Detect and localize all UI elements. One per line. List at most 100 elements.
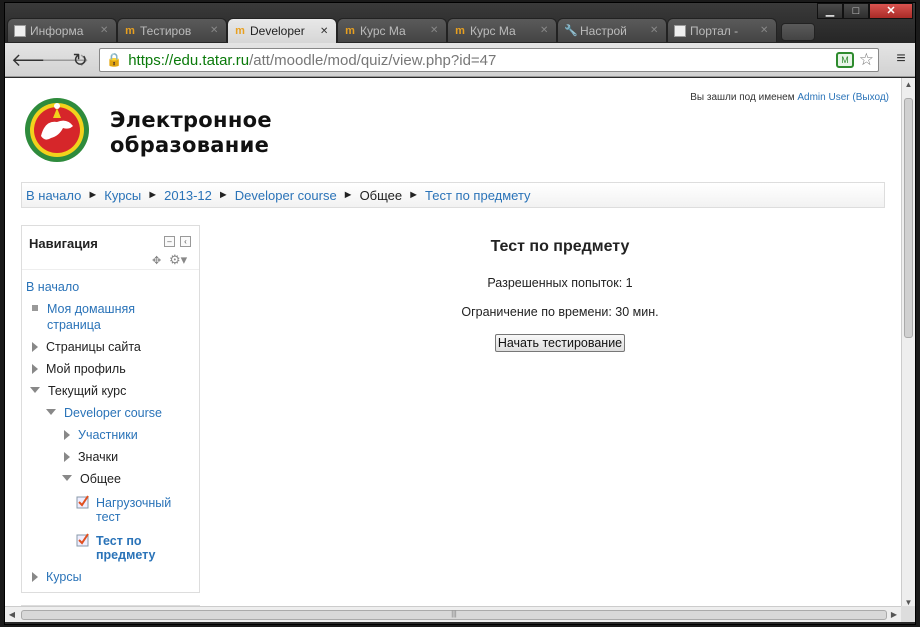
login-prefix: Вы зашли под именем [690, 92, 795, 103]
nav-site-pages[interactable]: Страницы сайта [32, 340, 141, 354]
forward-arrow-icon[interactable]: 🡒 [41, 50, 89, 70]
tab-label: Курс Ма [360, 23, 406, 38]
breadcrumb-section: Общее [359, 187, 403, 203]
tab-4[interactable]: m Курс Ма ✕ [337, 18, 447, 42]
navigation-title: Навигация [29, 236, 98, 251]
maximize-button[interactable]: □ [843, 3, 869, 19]
collapse-arrow-icon [46, 409, 56, 415]
breadcrumb-category[interactable]: 2013-12 [164, 188, 212, 203]
tab-3-active[interactable]: m Developer ✕ [227, 18, 337, 43]
nav-current-course[interactable]: Текущий курс [30, 384, 126, 398]
tab-6[interactable]: 🔧 Настрой ✕ [557, 18, 667, 42]
close-window-button[interactable]: ✕ [869, 3, 913, 19]
tab-close-icon[interactable]: ✕ [210, 25, 220, 36]
tab-2[interactable]: m Тестиров ✕ [117, 18, 227, 42]
tab-close-icon[interactable]: ✕ [430, 25, 440, 36]
nav-quiz-subject-test-line2[interactable]: предмету [96, 548, 156, 562]
quiz-icon [76, 533, 89, 547]
vertical-scrollbar[interactable]: ▲ ▼ [901, 78, 915, 610]
tab-label: Информа [30, 23, 84, 38]
move-icon[interactable]: ✥ [152, 254, 161, 267]
bookmark-star-icon[interactable]: ☆ [859, 50, 874, 70]
nav-quiz-subject-test-line1: Тест по [96, 534, 142, 548]
tab-close-icon[interactable]: ✕ [320, 26, 330, 37]
tab-label: Курс Ма [470, 23, 516, 38]
moodle-icon: m [125, 24, 135, 37]
nav-home[interactable]: В начало [26, 280, 79, 294]
nav-my-home-line2[interactable]: страница [47, 318, 101, 332]
tab-close-icon[interactable]: ✕ [540, 25, 550, 36]
reload-icon[interactable]: ↻ [69, 50, 91, 70]
nav-participants[interactable]: Участники [64, 428, 138, 442]
time-limit: Ограничение по времени: 30 мин. [461, 305, 659, 319]
breadcrumb-quiz[interactable]: Тест по предмету [425, 188, 531, 203]
nav-my-home[interactable]: Моя домашняя [32, 302, 135, 316]
gear-icon[interactable]: ⚙▾ [169, 252, 187, 268]
nav-quiz-load-test-line2[interactable]: тест [96, 510, 121, 524]
start-attempt-button[interactable]: Начать тестирование [494, 334, 626, 352]
nav-my-profile-label: Мой профиль [46, 362, 126, 376]
tab-strip: Информа ✕ m Тестиров ✕ m Developer ✕ m К… [7, 18, 815, 43]
nav-badges-label: Значки [78, 450, 119, 464]
tab-close-icon[interactable]: ✕ [100, 25, 110, 36]
breadcrumb-separator: ► [217, 189, 229, 201]
browser-toolbar: 🡐 🡒 ↻ 🔒 https://edu.tatar.ru/att/moodle/… [5, 43, 915, 77]
user-link[interactable]: Admin User [797, 92, 849, 103]
scroll-up-icon[interactable]: ▲ [902, 78, 915, 92]
tab-5[interactable]: m Курс Ма ✕ [447, 18, 557, 42]
new-tab-button[interactable] [781, 23, 815, 41]
browser-window: ▁ □ ✕ Информа ✕ m Тестиров ✕ m Developer… [4, 2, 916, 625]
page-viewport: Электронное образование Вы зашли под име… [5, 78, 915, 610]
navigation-block: Навигация – ‹ ✥ ⚙▾ В начало Моя домашняя… [21, 225, 200, 593]
tab-label: Портал - [690, 23, 739, 38]
nav-general[interactable]: Общее [62, 472, 121, 486]
scrollbar-corner [901, 606, 915, 622]
nav-courses-label: Курсы [46, 570, 82, 584]
minimize-button[interactable]: ▁ [817, 3, 843, 19]
horizontal-scrollbar[interactable]: ◀ ||| ▶ [5, 606, 901, 622]
navigation-block-header: Навигация – ‹ ✥ ⚙▾ [22, 226, 199, 270]
moodle-icon: m [345, 24, 355, 37]
moodle-icon: m [235, 25, 245, 37]
menu-icon[interactable]: ≡ [893, 51, 909, 67]
scroll-left-icon[interactable]: ◀ [5, 607, 19, 622]
nav-course-label: Developer course [64, 406, 162, 420]
nav-quiz-subject-test[interactable]: Тест по [76, 532, 142, 548]
back-arrow-icon[interactable]: 🡐 [11, 50, 59, 70]
nav-badges[interactable]: Значки [64, 450, 118, 464]
tab-close-icon[interactable]: ✕ [650, 25, 660, 36]
dock-block-icon[interactable]: ‹ [180, 236, 191, 247]
url-host: edu.tatar.ru [173, 51, 250, 69]
tab-7[interactable]: Портал - ✕ [667, 18, 777, 42]
page-icon [14, 24, 26, 37]
extension-icon[interactable]: M [836, 52, 854, 68]
horizontal-scroll-thumb[interactable]: ||| [21, 610, 887, 620]
login-info: Вы зашли под именем Admin User (Выход) [690, 92, 889, 103]
breadcrumb-separator: ► [147, 189, 159, 201]
nav-course[interactable]: Developer course [46, 406, 162, 420]
breadcrumb-home[interactable]: В начало [26, 188, 81, 203]
nav-quiz-load-test[interactable]: Нагрузочный [76, 494, 171, 510]
nav-quiz-load-test-line1: Нагрузочный [96, 496, 172, 510]
collapse-arrow-icon [62, 475, 72, 481]
expand-arrow-icon [64, 452, 70, 462]
breadcrumb-courses[interactable]: Курсы [104, 188, 141, 203]
nav-my-profile[interactable]: Мой профиль [32, 362, 126, 376]
collapse-block-icon[interactable]: – [164, 236, 175, 247]
nav-participants-label: Участники [78, 428, 138, 442]
scroll-right-icon[interactable]: ▶ [887, 607, 901, 622]
tab-1[interactable]: Информа ✕ [7, 18, 117, 42]
tab-close-icon[interactable]: ✕ [760, 25, 770, 36]
nav-courses[interactable]: Курсы [32, 570, 82, 584]
quiz-icon [76, 495, 89, 509]
site-brand[interactable]: Электронное образование [110, 108, 272, 158]
url-path: /att/moodle/mod/quiz/view.php?id=47 [249, 51, 497, 69]
breadcrumb-course[interactable]: Developer course [235, 188, 337, 203]
collapse-arrow-icon [30, 387, 40, 393]
attempts-allowed: Разрешенных попыток: 1 [487, 276, 633, 290]
tab-label: Developer [250, 24, 305, 38]
logout-link[interactable]: (Выход) [852, 92, 889, 103]
vertical-scroll-thumb[interactable] [904, 98, 913, 338]
address-bar[interactable]: 🔒 https://edu.tatar.ru/att/moodle/mod/qu… [99, 48, 879, 72]
expand-arrow-icon [32, 342, 38, 352]
